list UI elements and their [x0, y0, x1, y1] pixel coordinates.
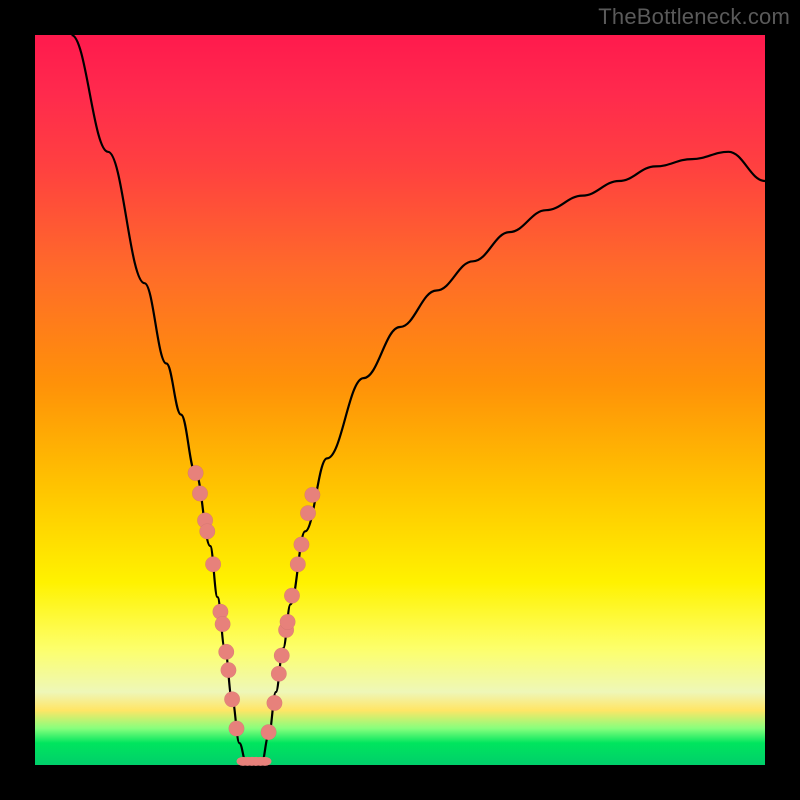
marker-dot — [280, 614, 296, 630]
marker-dot — [205, 556, 221, 572]
marker-dot — [215, 616, 231, 632]
marker-dot — [305, 487, 321, 503]
marker-dot — [284, 588, 300, 604]
marker-dot — [258, 757, 271, 766]
marker-dot — [192, 486, 208, 502]
marker-dot — [221, 662, 237, 678]
marker-dot — [274, 648, 290, 664]
marker-dot — [218, 644, 234, 660]
watermark-text: TheBottleneck.com — [598, 4, 790, 30]
marker-dot — [188, 465, 204, 481]
marker-dot — [290, 556, 306, 572]
plot-area — [35, 35, 765, 765]
marker-dot — [224, 692, 240, 708]
marker-dot — [294, 537, 310, 553]
curve-markers — [188, 465, 320, 766]
curve-line — [72, 35, 766, 765]
marker-dot — [261, 724, 277, 740]
marker-dot — [199, 524, 215, 540]
marker-dot — [267, 695, 283, 711]
frame: TheBottleneck.com — [0, 0, 800, 800]
marker-dot — [229, 721, 245, 737]
chart-svg — [35, 35, 765, 765]
marker-dot — [300, 505, 316, 521]
marker-dot — [271, 666, 287, 682]
